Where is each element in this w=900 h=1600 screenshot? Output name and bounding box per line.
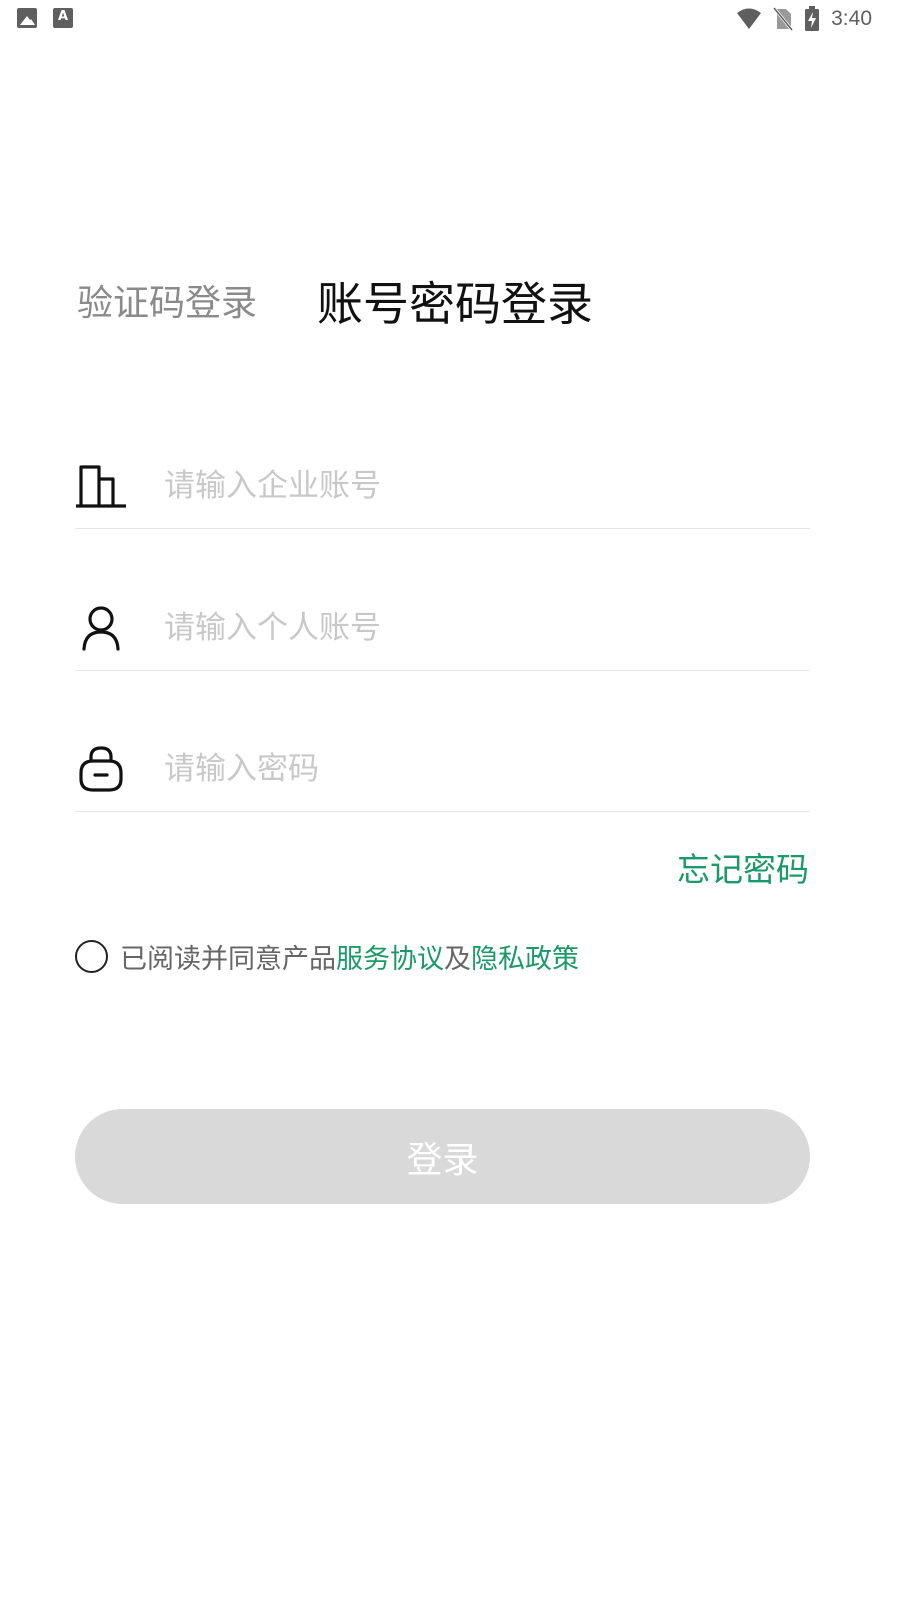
- personal-account-row: [75, 585, 810, 671]
- forgot-password-link[interactable]: 忘记密码: [677, 843, 809, 891]
- building-icon: [75, 460, 127, 512]
- status-time: 3:40: [831, 7, 872, 30]
- personal-account-input[interactable]: [164, 609, 810, 646]
- no-sim-icon: [773, 7, 794, 31]
- password-input[interactable]: [164, 750, 810, 787]
- login-button[interactable]: 登录: [75, 1109, 810, 1204]
- tab-sms-login[interactable]: 验证码登录: [77, 276, 257, 332]
- wifi-icon: [737, 8, 762, 29]
- agreement-text: 已阅读并同意产品服务协议及隐私政策: [120, 937, 579, 976]
- login-tabs: 验证码登录 账号密码登录: [77, 276, 593, 332]
- agreement-prefix: 已阅读并同意产品: [120, 944, 336, 975]
- service-agreement-link[interactable]: 服务协议: [336, 944, 444, 975]
- user-icon: [75, 602, 127, 654]
- font-a-icon: A: [53, 8, 73, 28]
- company-account-row: [75, 443, 810, 529]
- status-bar: A 3:40: [0, 0, 900, 36]
- privacy-policy-link[interactable]: 隐私政策: [471, 944, 579, 975]
- password-row: [75, 726, 810, 812]
- lock-icon: [75, 743, 127, 795]
- agreement-checkbox[interactable]: [75, 940, 108, 973]
- tab-password-login[interactable]: 账号密码登录: [317, 276, 593, 332]
- agreement-and: 及: [444, 944, 471, 975]
- agreement-row: 已阅读并同意产品服务协议及隐私政策: [75, 937, 579, 976]
- company-account-input[interactable]: [164, 467, 810, 504]
- battery-charging-icon: [805, 6, 820, 31]
- gallery-icon: [17, 8, 37, 28]
